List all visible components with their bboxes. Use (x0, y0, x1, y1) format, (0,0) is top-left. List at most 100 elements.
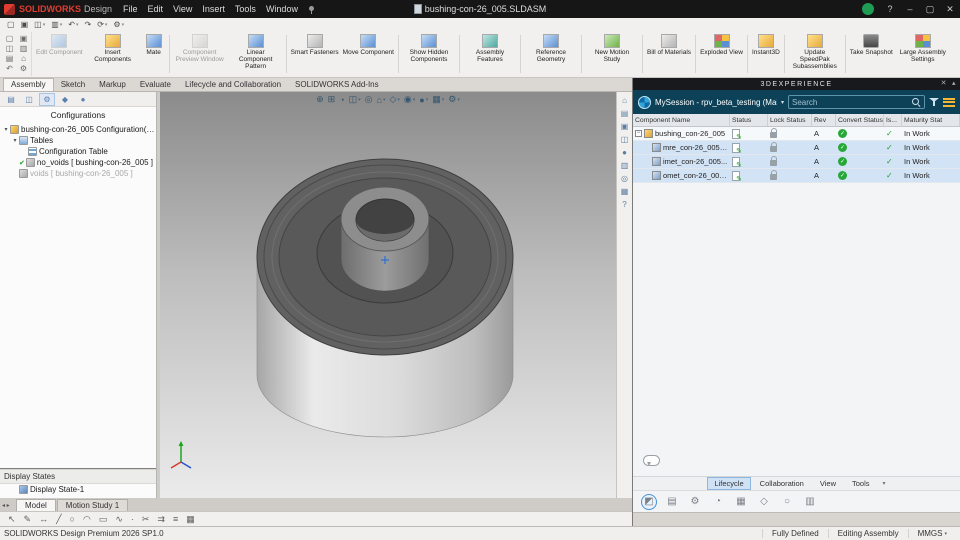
lifecycle-compare-icon[interactable]: ○ (779, 494, 795, 510)
messages-icon[interactable]: ▦ (621, 187, 629, 196)
expander-icon[interactable]: ▾ (2, 126, 10, 133)
ribbon-button-update-speedpak-subassemblies[interactable]: Update SpeedPak Subassemblies (787, 32, 843, 76)
ribbon-button-new-motion-study[interactable]: New Motion Study (584, 32, 640, 76)
row-expander-icon[interactable]: − (635, 130, 642, 137)
tab-lifecycle-and-collaboration[interactable]: Lifecycle and Collaboration (178, 79, 288, 91)
undo-small-icon[interactable]: ↶ (3, 64, 16, 73)
help-button[interactable]: ? (880, 0, 900, 18)
column-is[interactable]: Is... (884, 114, 902, 126)
user-avatar[interactable] (862, 3, 874, 15)
zoom-to-fit-icon[interactable]: ⊕ (316, 94, 324, 105)
tree-item-tables[interactable]: ▾ Tables (0, 135, 156, 146)
ribbon-button-linear-component-pattern[interactable]: Linear Component Pattern (228, 32, 284, 76)
tab-motion-study-1[interactable]: Motion Study 1 (56, 499, 129, 511)
panel-collapse-icon[interactable]: ▴ (952, 79, 957, 87)
circle-icon[interactable]: ○ (70, 514, 75, 524)
ribbon-button-take-snapshot[interactable]: Take Snapshot (848, 32, 895, 76)
menu-item-window[interactable]: Window (261, 4, 303, 14)
home-icon[interactable]: ⌂ (17, 54, 30, 63)
tab-solidworks-add-ins[interactable]: SOLIDWORKS Add-Ins (288, 79, 386, 91)
graphics-viewport[interactable]: ⊕ ⊞ ◔ ◫ ▾ ◎ ⌂ ▾ ◇ ▾ ◉ ▾ ● ▾ ▦ ▾ ⚙ ▾ (160, 92, 616, 498)
3dexperience-compass-icon[interactable] (638, 95, 651, 109)
model-bushing[interactable] (160, 92, 616, 498)
custom-properties-icon[interactable]: ▥ (621, 161, 629, 170)
dimxpertmanager-tab[interactable]: ◆ (57, 93, 73, 106)
solidworks-app-icon[interactable] (4, 3, 15, 15)
tab-markup[interactable]: Markup (92, 79, 133, 91)
search-box[interactable] (788, 95, 925, 109)
lifecycle-maturity-icon[interactable]: ◔ (710, 494, 726, 510)
dynamic-annotation-icon[interactable]: ◎ (365, 94, 373, 105)
tree-item-configuration[interactable]: Configuration Table (0, 146, 156, 157)
tree-item-no-voids[interactable]: ✔ no_voids [ bushing-con-26_005 ] (0, 157, 156, 168)
menu-item-file[interactable]: File (118, 4, 143, 14)
tab-sketch[interactable]: Sketch (54, 79, 92, 91)
select-icon[interactable]: ↖ (8, 514, 16, 524)
view-palette-icon[interactable]: ◫ (621, 135, 629, 144)
edit-appearance-icon[interactable]: ● ▾ (419, 95, 428, 105)
ribbon-button-large-assembly-settings[interactable]: Large Assembly Settings (895, 32, 951, 76)
column-lock-status[interactable]: Lock Status (768, 114, 812, 126)
trim-icon[interactable]: ✂ (142, 514, 150, 524)
tab-assembly[interactable]: Assembly (3, 78, 54, 91)
lifecycle-bookmark-icon[interactable]: ▤ (664, 494, 680, 510)
ribbon-button-smart-fasteners[interactable]: Smart Fasteners (289, 32, 341, 76)
open-icon[interactable]: ▣ (18, 20, 32, 29)
pin-icon[interactable] (307, 5, 316, 14)
solidworks-resources-icon[interactable]: ⌂ (622, 96, 627, 105)
component-row-imet-con-26-005[interactable]: imet_con-26_005... A ✓ ✓ In Work (633, 155, 960, 169)
panel-tab-collaboration[interactable]: Collaboration (753, 477, 811, 490)
bushing-3d-model[interactable] (160, 92, 616, 498)
tab-evaluate[interactable]: Evaluate (133, 79, 178, 91)
options-icon[interactable]: ⚙ ▾ (110, 20, 127, 29)
forum-icon[interactable]: ◎ (621, 174, 628, 183)
hide-show-items-icon[interactable]: ◉ ▾ (404, 94, 415, 105)
component-row-mre-con-26-005[interactable]: mre_con-26_005+... A ✓ ✓ In Work (633, 141, 960, 155)
close-button[interactable]: ✕ (940, 0, 960, 18)
column-status[interactable]: Status (730, 114, 768, 126)
chat-icon[interactable] (643, 455, 660, 466)
lifecycle-more-icon[interactable]: ▥ (802, 494, 818, 510)
appearances-scenes-icon[interactable]: ● (622, 148, 627, 157)
panel-close-icon[interactable]: ✕ (941, 79, 948, 87)
print-doc-icon[interactable]: ▥ (17, 44, 30, 53)
offset-icon[interactable]: ≡ (173, 514, 178, 524)
settings-small-icon[interactable]: ⚙ (17, 64, 30, 73)
column-maturity-stat[interactable]: Maturity Stat (902, 114, 960, 126)
column-component-name[interactable]: Component Name (633, 114, 730, 126)
ribbon-button-component-preview-window[interactable]: Component Preview Window (172, 32, 228, 76)
tree-item-bushing-con-26-005[interactable]: ▾bushing-con-26_005 Configuration(s) (no… (0, 124, 156, 135)
display-style-icon[interactable]: ◇ ▾ (389, 94, 399, 105)
grid-icon[interactable]: ▦ (186, 514, 195, 524)
ribbon-button-move-component[interactable]: Move Component (341, 32, 396, 76)
ribbon-button-mate[interactable]: Mate (141, 32, 167, 76)
convert-entities-icon[interactable]: ⇉ (157, 514, 165, 524)
menu-icon[interactable] (943, 97, 955, 107)
menu-item-view[interactable]: View (168, 4, 197, 14)
point-icon[interactable]: · (131, 514, 134, 524)
mail-icon[interactable]: ▤ (3, 54, 16, 63)
ribbon-button-bill-of-materials[interactable]: Bill of Materials (645, 32, 693, 76)
ribbon-button-exploded-view[interactable]: Exploded View (698, 32, 745, 76)
propertymanager-tab[interactable]: ◫ (21, 93, 37, 106)
help-icon[interactable]: ? (622, 200, 626, 209)
panel-tabs-caret-icon[interactable]: ▾ (883, 480, 886, 487)
print-icon[interactable]: ▥ ▾ (48, 20, 65, 29)
tree-item-voids[interactable]: voids [ bushing-con-26_005 ] (0, 168, 156, 179)
filter-icon[interactable] (929, 97, 939, 107)
redo-icon[interactable]: ↷ (82, 20, 95, 29)
session-title[interactable]: MySession - rpv_beta_testing (Main... (655, 98, 777, 107)
panel-tab-lifecycle[interactable]: Lifecycle (707, 477, 751, 490)
view-orientation-icon[interactable]: ⌂ ▾ (377, 95, 386, 105)
previous-view-icon[interactable]: ◔ (339, 95, 344, 105)
save-doc-icon[interactable]: ◫ (3, 44, 16, 53)
menu-item-insert[interactable]: Insert (197, 4, 230, 14)
spline-icon[interactable]: ∿ (115, 514, 123, 524)
column-convert-status[interactable]: Convert Status (836, 114, 884, 126)
new-document-icon[interactable]: ▢ (4, 20, 18, 29)
smart-dimension-icon[interactable]: ↔ (39, 514, 48, 524)
line-icon[interactable]: ╱ (56, 514, 61, 524)
component-row-omet-con-26-005[interactable]: omet_con-26_005... A ✓ ✓ In Work (633, 169, 960, 183)
rebuild-icon[interactable]: ⟳ ▾ (94, 20, 110, 29)
featuremanager-tree-tab[interactable]: ▤ (3, 93, 19, 106)
